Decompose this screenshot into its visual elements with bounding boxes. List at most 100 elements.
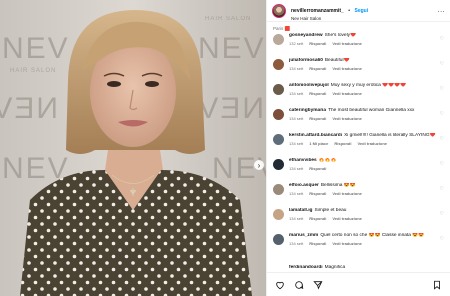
comment-like-heart-icon[interactable]: ♡: [436, 86, 444, 92]
vedi-traduzione-link[interactable]: Vedi traduzione: [332, 116, 362, 121]
post-photo[interactable]: NEV NEV NEV NEV NEV NEV HAIR SALON HAIR …: [0, 0, 266, 296]
comment-timestamp: 134 sett: [289, 241, 304, 246]
wall-logo-text: NEV: [2, 32, 70, 65]
avatar[interactable]: [273, 184, 284, 195]
comment-body: gosneyandrew She's lovely❤️ 132 sett Rispon…: [289, 33, 436, 46]
comment-like-heart-icon[interactable]: ♡: [436, 36, 444, 42]
comment-icon[interactable]: [292, 278, 306, 292]
rispondi-link[interactable]: Rispondi: [334, 141, 351, 146]
comment-text: Muy sexy y muy erótica ❤️❤️❤️❤️: [330, 83, 407, 88]
comment-username[interactable]: kerstin.attard.biancardi: [289, 133, 342, 138]
avatar[interactable]: [273, 234, 284, 245]
comment-timestamp: 132 sett: [289, 41, 304, 46]
comment-timestamp: 134 sett: [289, 116, 304, 121]
comment-meta: 134 sett Rispondi Vedi traduzione: [289, 66, 436, 71]
comment-body: lamatall.ig Simple et beau 134 sett Rispond…: [289, 208, 436, 221]
svg-text:HAIR SALON: HAIR SALON: [10, 68, 56, 74]
comment-body: cateringbymaria The most beautiful woman …: [289, 108, 436, 121]
comment-like-heart-icon[interactable]: ♡: [436, 161, 444, 167]
next-photo-button[interactable]: ›: [254, 160, 264, 170]
comment-like-heart-icon[interactable]: ♡: [436, 236, 444, 242]
rispondi-link[interactable]: Rispondi: [309, 241, 326, 246]
rispondi-link[interactable]: Rispondi: [309, 91, 326, 96]
vedi-traduzione-link[interactable]: Vedi traduzione: [332, 216, 362, 221]
comment-username[interactable]: cateringbymaria: [289, 108, 326, 113]
vedi-traduzione-link[interactable]: Vedi traduzione: [332, 191, 362, 196]
svg-text:HAIR SALON: HAIR SALON: [205, 16, 251, 22]
comment-username[interactable]: ferdinandoardi: [289, 265, 323, 271]
comment-timestamp: 134 sett: [289, 66, 304, 71]
share-icon[interactable]: [311, 278, 325, 292]
avatar[interactable]: [272, 3, 286, 18]
comment-username[interactable]: ethanvvibes: [289, 158, 317, 163]
comment-body: juliaformosa60 Beautiful❤️ 134 sett Rispond…: [289, 58, 436, 71]
rispondi-link[interactable]: Rispondi: [309, 66, 326, 71]
avatar[interactable]: [273, 59, 284, 70]
comment-meta: 134 sett Rispondi Vedi traduzione: [289, 91, 436, 96]
avatar[interactable]: [273, 84, 284, 95]
vedi-traduzione-link[interactable]: Vedi traduzione: [332, 66, 362, 71]
comment-text: Beautiful❤️: [324, 58, 350, 63]
vedi-traduzione-link[interactable]: Vedi traduzione: [332, 241, 362, 246]
rispondi-link[interactable]: Rispondi: [309, 191, 326, 196]
instagram-post: NEV NEV NEV NEV NEV NEV HAIR SALON HAIR …: [0, 0, 450, 296]
bookmark-icon[interactable]: [430, 278, 444, 292]
vedi-traduzione-link[interactable]: Vedi traduzione: [332, 41, 362, 46]
comment-meta: 134 sett Rispondi Vedi traduzione: [289, 216, 436, 221]
avatar[interactable]: [273, 159, 284, 170]
comment-like-heart-icon[interactable]: ♡: [436, 186, 444, 192]
comment-username[interactable]: marius_zmm: [289, 233, 318, 238]
comment-body: ethanvvibes 🔥🔥🔥 134 sett Rispondi: [289, 158, 436, 171]
comment-line: lamatall.ig Simple et beau: [289, 208, 436, 215]
svg-text:NEV: NEV: [0, 92, 58, 125]
header-text: nevillerromanzammit_ • Segui Nev Hair Sa…: [291, 0, 438, 22]
comment-line: elfoio.asquer Bellissima 😍😍: [289, 183, 436, 190]
rispondi-link[interactable]: Rispondi: [309, 166, 326, 171]
portrait-image: NEV NEV NEV NEV NEV NEV HAIR SALON HAIR …: [0, 0, 266, 296]
chevron-right-icon: ›: [257, 160, 261, 170]
comment-meta: 132 sett Rispondi Vedi traduzione: [289, 41, 436, 46]
svg-text:NEV: NEV: [198, 32, 266, 65]
rispondi-link[interactable]: Rispondi: [309, 116, 326, 121]
comment-username[interactable]: antonioolivepujol: [289, 83, 329, 88]
comment-like-heart-icon[interactable]: ♡: [436, 111, 444, 117]
comment-item: elfoio.asquer Bellissima 😍😍 134 sett Rispon…: [273, 183, 444, 208]
comment-line: marius_zmm Quel certo non so che 😍😍 Class…: [289, 233, 436, 240]
comment-username[interactable]: lamatall.ig: [289, 208, 312, 213]
post-header: nevillerromanzammit_ • Segui Nev Hair Sa…: [267, 0, 450, 22]
comment-text: Quel certo non so che 😍😍 Classe innata 😍…: [320, 233, 425, 238]
comment-like-heart-icon[interactable]: ♡: [436, 136, 444, 142]
comment-text: 🔥🔥🔥: [318, 158, 337, 163]
avatar[interactable]: [273, 134, 284, 145]
comment-like-heart-icon[interactable]: ♡: [436, 211, 444, 217]
vedi-traduzione-link[interactable]: Vedi traduzione: [332, 91, 362, 96]
comment-username[interactable]: gosneyandrew: [289, 33, 323, 38]
comment-like-heart-icon[interactable]: ♡: [436, 61, 444, 67]
more-options-icon[interactable]: ...: [438, 7, 445, 14]
comment-body: kerstin.attard.biancardi Xi gmiel!!!!! Gi…: [289, 133, 436, 146]
partial-last-comment: ferdinandoardi Magnifica: [273, 265, 444, 271]
post-sidebar: nevillerromanzammit_ • Segui Nev Hair Sa…: [266, 0, 450, 296]
author-username[interactable]: nevillerromanzammit_: [291, 8, 344, 14]
follow-button[interactable]: Segui: [354, 8, 368, 14]
avatar[interactable]: [273, 109, 284, 120]
comment-username[interactable]: elfoio.asquer: [289, 183, 319, 188]
avatar[interactable]: [273, 34, 284, 45]
1-mi-piace-link[interactable]: 1 Mi piace: [309, 141, 328, 146]
avatar[interactable]: [273, 209, 284, 220]
heart-icon[interactable]: [273, 278, 287, 292]
comment-text: She's lovely❤️: [324, 33, 357, 38]
comment-text: Xi gmiel!!!!! Gianella is literally SLAY…: [344, 133, 436, 138]
comment-username[interactable]: juliaformosa60: [289, 58, 323, 63]
rispondi-link[interactable]: Rispondi: [309, 216, 326, 221]
comment-timestamp: 134 sett: [289, 216, 304, 221]
comment-text: Simple et beau: [314, 208, 347, 213]
comment-body: antonioolivepujol Muy sexy y muy erótica …: [289, 83, 436, 96]
comments-list[interactable]: Paris 🟥 gosneyandrew She's lovely❤️ 132 se…: [267, 22, 450, 272]
rispondi-link[interactable]: Rispondi: [309, 41, 326, 46]
vedi-traduzione-link[interactable]: Vedi traduzione: [357, 141, 387, 146]
partial-comment: Paris 🟥: [273, 26, 291, 31]
comment-line: juliaformosa60 Beautiful❤️: [289, 58, 436, 65]
comment-line: cateringbymaria The most beautiful woman …: [289, 108, 436, 115]
comment-text: Magnifica: [324, 265, 346, 270]
